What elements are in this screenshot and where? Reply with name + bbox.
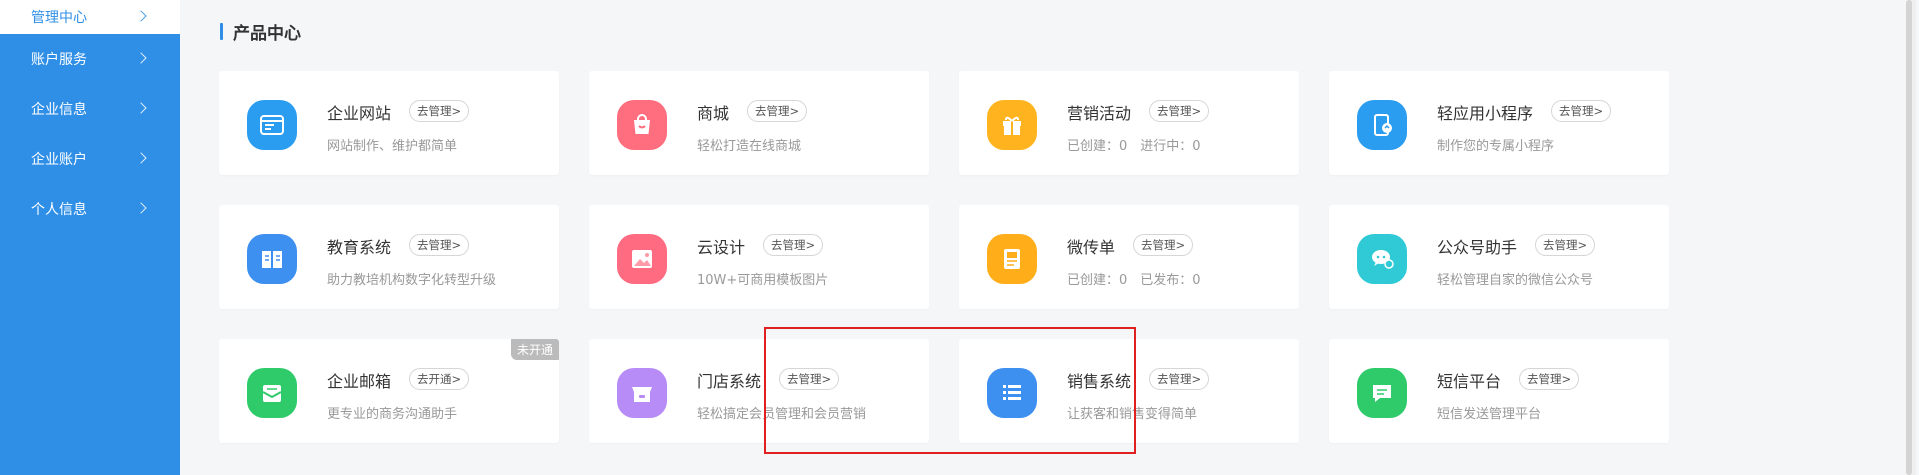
product-card-website[interactable]: 企业网站 去管理> 网站制作、维护都简单	[219, 71, 559, 175]
section-header: 产品中心	[220, 19, 301, 44]
manage-button[interactable]: 去管理>	[1133, 234, 1194, 256]
sms-icon	[1357, 368, 1407, 418]
activate-button[interactable]: 去开通>	[409, 368, 470, 390]
mail-icon	[247, 368, 297, 418]
shopping-bag-icon	[617, 100, 667, 150]
manage-button[interactable]: 去管理>	[409, 234, 470, 256]
vertical-scrollbar[interactable]	[1906, 0, 1916, 475]
card-description: 已创建：0 已发布：0	[1067, 273, 1201, 288]
card-title: 企业网站	[327, 104, 392, 123]
manage-button[interactable]: 去管理>	[779, 368, 840, 390]
card-title: 公众号助手	[1437, 238, 1518, 257]
sidebar-item-management-center[interactable]: 管理中心	[0, 0, 180, 34]
card-title: 门店系统	[697, 372, 762, 391]
card-description: 短信发送管理平台	[1437, 407, 1542, 422]
manage-button[interactable]: 去管理>	[1535, 234, 1596, 256]
section-accent-bar	[220, 23, 223, 40]
sidebar-item-label: 管理中心	[31, 10, 87, 26]
product-card-wechat-assistant[interactable]: 公众号助手 去管理> 轻松管理自家的微信公众号	[1329, 205, 1669, 309]
sidebar-item-personal-info[interactable]: 个人信息	[0, 184, 180, 234]
card-title: 企业邮箱	[327, 372, 392, 391]
card-description: 轻松打造在线商城	[697, 139, 802, 154]
sidebar-item-label: 个人信息	[31, 202, 87, 218]
card-description: 让获客和销售变得简单	[1067, 407, 1198, 422]
list-icon	[987, 368, 1037, 418]
section-title: 产品中心	[233, 24, 301, 44]
card-title: 营销活动	[1067, 104, 1132, 123]
product-card-mini-program[interactable]: 轻应用小程序 去管理> 制作您的专属小程序	[1329, 71, 1669, 175]
main-content: 产品中心 企业网站 去管理> 网站制作、维护都简单 商城 去管理> 轻松打造在线…	[180, 0, 1919, 475]
product-card-sms-platform[interactable]: 短信平台 去管理> 短信发送管理平台	[1329, 339, 1669, 443]
sidebar-item-label: 企业账户	[31, 152, 87, 168]
scrollbar-thumb[interactable]	[1906, 0, 1912, 475]
card-description: 轻松管理自家的微信公众号	[1437, 273, 1594, 288]
product-card-marketing[interactable]: 营销活动 去管理> 已创建：0 进行中：0	[959, 71, 1299, 175]
website-icon	[247, 100, 297, 150]
chevron-right-icon	[135, 202, 147, 214]
card-title: 短信平台	[1437, 372, 1502, 391]
card-description: 制作您的专属小程序	[1437, 139, 1555, 154]
sidebar-item-company-account[interactable]: 企业账户	[0, 134, 180, 184]
status-badge: 未开通	[510, 339, 559, 360]
card-description: 10W+可商用模板图片	[697, 273, 829, 288]
card-description: 轻松搞定会员管理和会员营销	[697, 407, 867, 422]
manage-button[interactable]: 去管理>	[747, 100, 808, 122]
manage-button[interactable]: 去管理>	[1519, 368, 1580, 390]
book-icon	[247, 234, 297, 284]
manage-button[interactable]: 去管理>	[1149, 100, 1210, 122]
card-title: 销售系统	[1067, 372, 1132, 391]
wechat-icon	[1357, 234, 1407, 284]
product-card-education[interactable]: 教育系统 去管理> 助力教培机构数字化转型升级	[219, 205, 559, 309]
flyer-icon	[987, 234, 1037, 284]
card-title: 轻应用小程序	[1437, 104, 1534, 123]
app-root: 管理中心 账户服务 企业信息 企业账户 个人信息 产品中心 企业网站 去管理> …	[0, 0, 1919, 475]
manage-button[interactable]: 去管理>	[1149, 368, 1210, 390]
product-card-sales-system[interactable]: 销售系统 去管理> 让获客和销售变得简单	[959, 339, 1299, 443]
product-card-enterprise-mail[interactable]: 企业邮箱 去开通> 更专业的商务沟通助手 未开通	[219, 339, 559, 443]
store-icon	[617, 368, 667, 418]
card-description: 网站制作、维护都简单	[327, 139, 458, 154]
sidebar-item-account-service[interactable]: 账户服务	[0, 34, 180, 84]
card-title: 云设计	[697, 238, 746, 257]
sidebar: 管理中心 账户服务 企业信息 企业账户 个人信息	[0, 0, 180, 475]
manage-button[interactable]: 去管理>	[409, 100, 470, 122]
card-description: 助力教培机构数字化转型升级	[327, 273, 497, 288]
chevron-right-icon	[135, 10, 147, 22]
image-icon	[617, 234, 667, 284]
chevron-right-icon	[135, 52, 147, 64]
card-description: 已创建：0 进行中：0	[1067, 139, 1201, 154]
sidebar-item-label: 账户服务	[31, 52, 87, 68]
chevron-right-icon	[135, 102, 147, 114]
product-card-cloud-design[interactable]: 云设计 去管理> 10W+可商用模板图片	[589, 205, 929, 309]
manage-button[interactable]: 去管理>	[763, 234, 824, 256]
card-title: 教育系统	[327, 238, 392, 257]
card-title: 微传单	[1067, 238, 1116, 257]
mini-program-icon	[1357, 100, 1407, 150]
product-card-mall[interactable]: 商城 去管理> 轻松打造在线商城	[589, 71, 929, 175]
card-description: 更专业的商务沟通助手	[327, 407, 458, 422]
product-card-store-system[interactable]: 门店系统 去管理> 轻松搞定会员管理和会员营销	[589, 339, 929, 443]
sidebar-item-company-info[interactable]: 企业信息	[0, 84, 180, 134]
gift-icon	[987, 100, 1037, 150]
product-card-flyer[interactable]: 微传单 去管理> 已创建：0 已发布：0	[959, 205, 1299, 309]
manage-button[interactable]: 去管理>	[1551, 100, 1612, 122]
chevron-right-icon	[135, 152, 147, 164]
card-title: 商城	[697, 104, 730, 123]
sidebar-item-label: 企业信息	[31, 102, 87, 118]
